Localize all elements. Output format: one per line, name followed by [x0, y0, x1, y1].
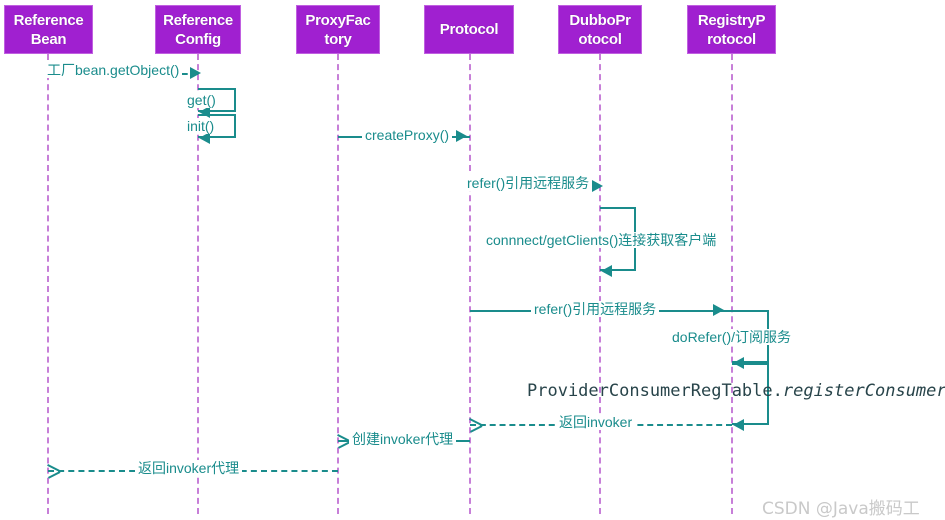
- participant-label-line: RegistryP: [697, 11, 766, 29]
- message-label-register-consumer: ProviderConsumerRegTable.registerConsume…: [527, 381, 945, 401]
- lifeline-dubbo-protocol: [599, 54, 601, 514]
- message-label-get: get(): [184, 92, 219, 108]
- arrowhead-connect-getclients: [601, 265, 612, 277]
- participant-label-line: Reference: [13, 11, 84, 29]
- participant-protocol[interactable]: Protocol: [424, 5, 514, 54]
- message-label-do-refer: doRefer()/订阅服务: [669, 329, 795, 345]
- arrowhead-create-proxy: [456, 130, 467, 142]
- participant-label-line: Bean: [30, 30, 67, 48]
- participant-proxy-factory[interactable]: ProxyFac tory: [296, 5, 380, 54]
- csdn-watermark: CSDN @Java搬码工: [762, 499, 920, 519]
- participant-reference-bean[interactable]: Reference Bean: [4, 5, 93, 54]
- lifeline-reference-bean: [47, 54, 49, 514]
- participant-label-line: tory: [324, 30, 352, 48]
- participant-registry-protocol[interactable]: RegistryP rotocol: [687, 5, 776, 54]
- participant-label-line: DubboPr: [569, 11, 631, 29]
- register-consumer-italic: registerConsumer: [782, 381, 945, 401]
- register-consumer-plain: ProviderConsumerRegTable.: [527, 381, 783, 401]
- message-label-connect-getclients: connnect/getClients()连接获取客户端: [483, 232, 720, 248]
- lifeline-protocol: [469, 54, 471, 514]
- participant-label-line: otocol: [578, 30, 622, 48]
- participant-reference-config[interactable]: Reference Config: [155, 5, 241, 54]
- arrowhead-return-invoker: [470, 418, 482, 431]
- message-label-refer-dubbo: refer()引用远程服务: [464, 175, 593, 191]
- arrowhead-refer-registry: [713, 304, 724, 316]
- participant-label-line: Reference: [163, 11, 233, 29]
- message-label-return-invoker: 返回invoker: [556, 414, 636, 430]
- sequence-diagram-canvas: Reference Bean Reference Config ProxyFac…: [0, 0, 945, 520]
- message-label-init: init(): [184, 118, 218, 134]
- message-label-refer-registry: refer()引用远程服务: [531, 301, 660, 317]
- message-label-return-invoker-proxy: 返回invoker代理: [135, 460, 243, 476]
- participant-label-line: Config: [175, 30, 221, 48]
- arrowhead-register-consumer: [733, 419, 744, 431]
- message-label-create-proxy: createProxy(): [362, 127, 453, 143]
- participant-dubbo-protocol[interactable]: DubboPr otocol: [558, 5, 642, 54]
- participant-label-line: ProxyFac: [305, 11, 371, 29]
- participant-label-line: rotocol: [707, 30, 756, 48]
- message-label-get-object: 工厂bean.getObject(): [44, 62, 183, 78]
- lifeline-registry-protocol: [731, 54, 733, 514]
- arrowhead-refer-dubbo: [592, 180, 603, 192]
- arrowhead-return-invoker-proxy: [48, 464, 60, 477]
- participant-label-line: Protocol: [439, 21, 499, 38]
- arrowhead-get-object: [190, 67, 201, 79]
- message-label-create-invoker-proxy: 创建invoker代理: [349, 431, 457, 447]
